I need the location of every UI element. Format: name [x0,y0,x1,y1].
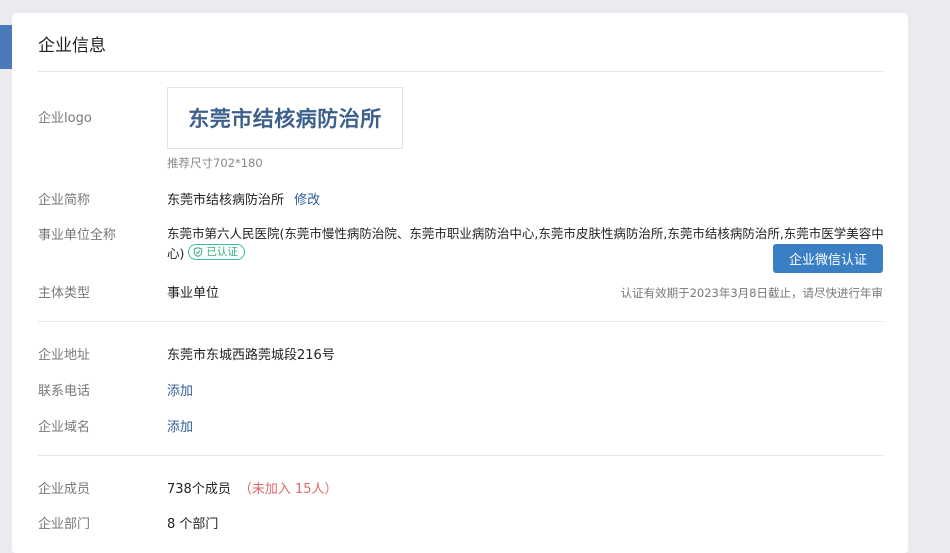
short-name-label: 企业简称 [38,193,91,208]
short-name-value: 东莞市结核病防治所 [167,193,285,208]
members-row: 738个成员 （未加入 15人） [167,478,338,497]
domain-label: 企业域名 [38,420,91,435]
phone-label: 联系电话 [38,384,91,399]
departments-label: 企业部门 [38,517,91,532]
logo-label: 企业logo [38,111,92,126]
logo-size-hint: 推荐尺寸702*180 [167,156,263,170]
section-divider-1 [38,321,883,322]
full-name-label: 事业单位全称 [38,228,117,243]
members-count: 738个成员 [167,482,231,497]
wechat-verify-button[interactable]: 企业微信认证 [773,244,883,273]
entity-type-label: 主体类型 [38,286,91,301]
left-nav-accent [0,25,12,69]
title-divider [38,71,883,72]
members-label: 企业成员 [38,482,91,497]
edit-short-name-link[interactable]: 修改 [294,193,320,208]
address-label: 企业地址 [38,348,91,363]
add-domain-link[interactable]: 添加 [167,416,193,435]
verified-badge-label: 已认证 [206,246,238,258]
logo-box[interactable]: 东莞市结核病防治所 [167,87,403,149]
card-title: 企业信息 [38,36,106,56]
logo-image: 东莞市结核病防治所 [188,107,382,131]
not-joined-link[interactable]: （未加入 15人） [239,482,338,497]
shield-check-icon [194,247,203,257]
enterprise-info-card: 企业信息 企业logo 东莞市结核病防治所 推荐尺寸702*180 企业简称 东… [12,13,908,553]
verified-badge: 已认证 [188,244,245,260]
add-phone-link[interactable]: 添加 [167,380,193,399]
verification-expiry-note: 认证有效期于2023年3月8日截止，请尽快进行年审 [620,286,883,300]
departments-value: 8 个部门 [167,517,219,532]
entity-type-value: 事业单位 [167,286,220,301]
short-name-row: 东莞市结核病防治所 修改 [167,189,320,208]
address-value: 东莞市东城西路莞城段216号 [167,348,335,363]
section-divider-2 [38,455,883,456]
